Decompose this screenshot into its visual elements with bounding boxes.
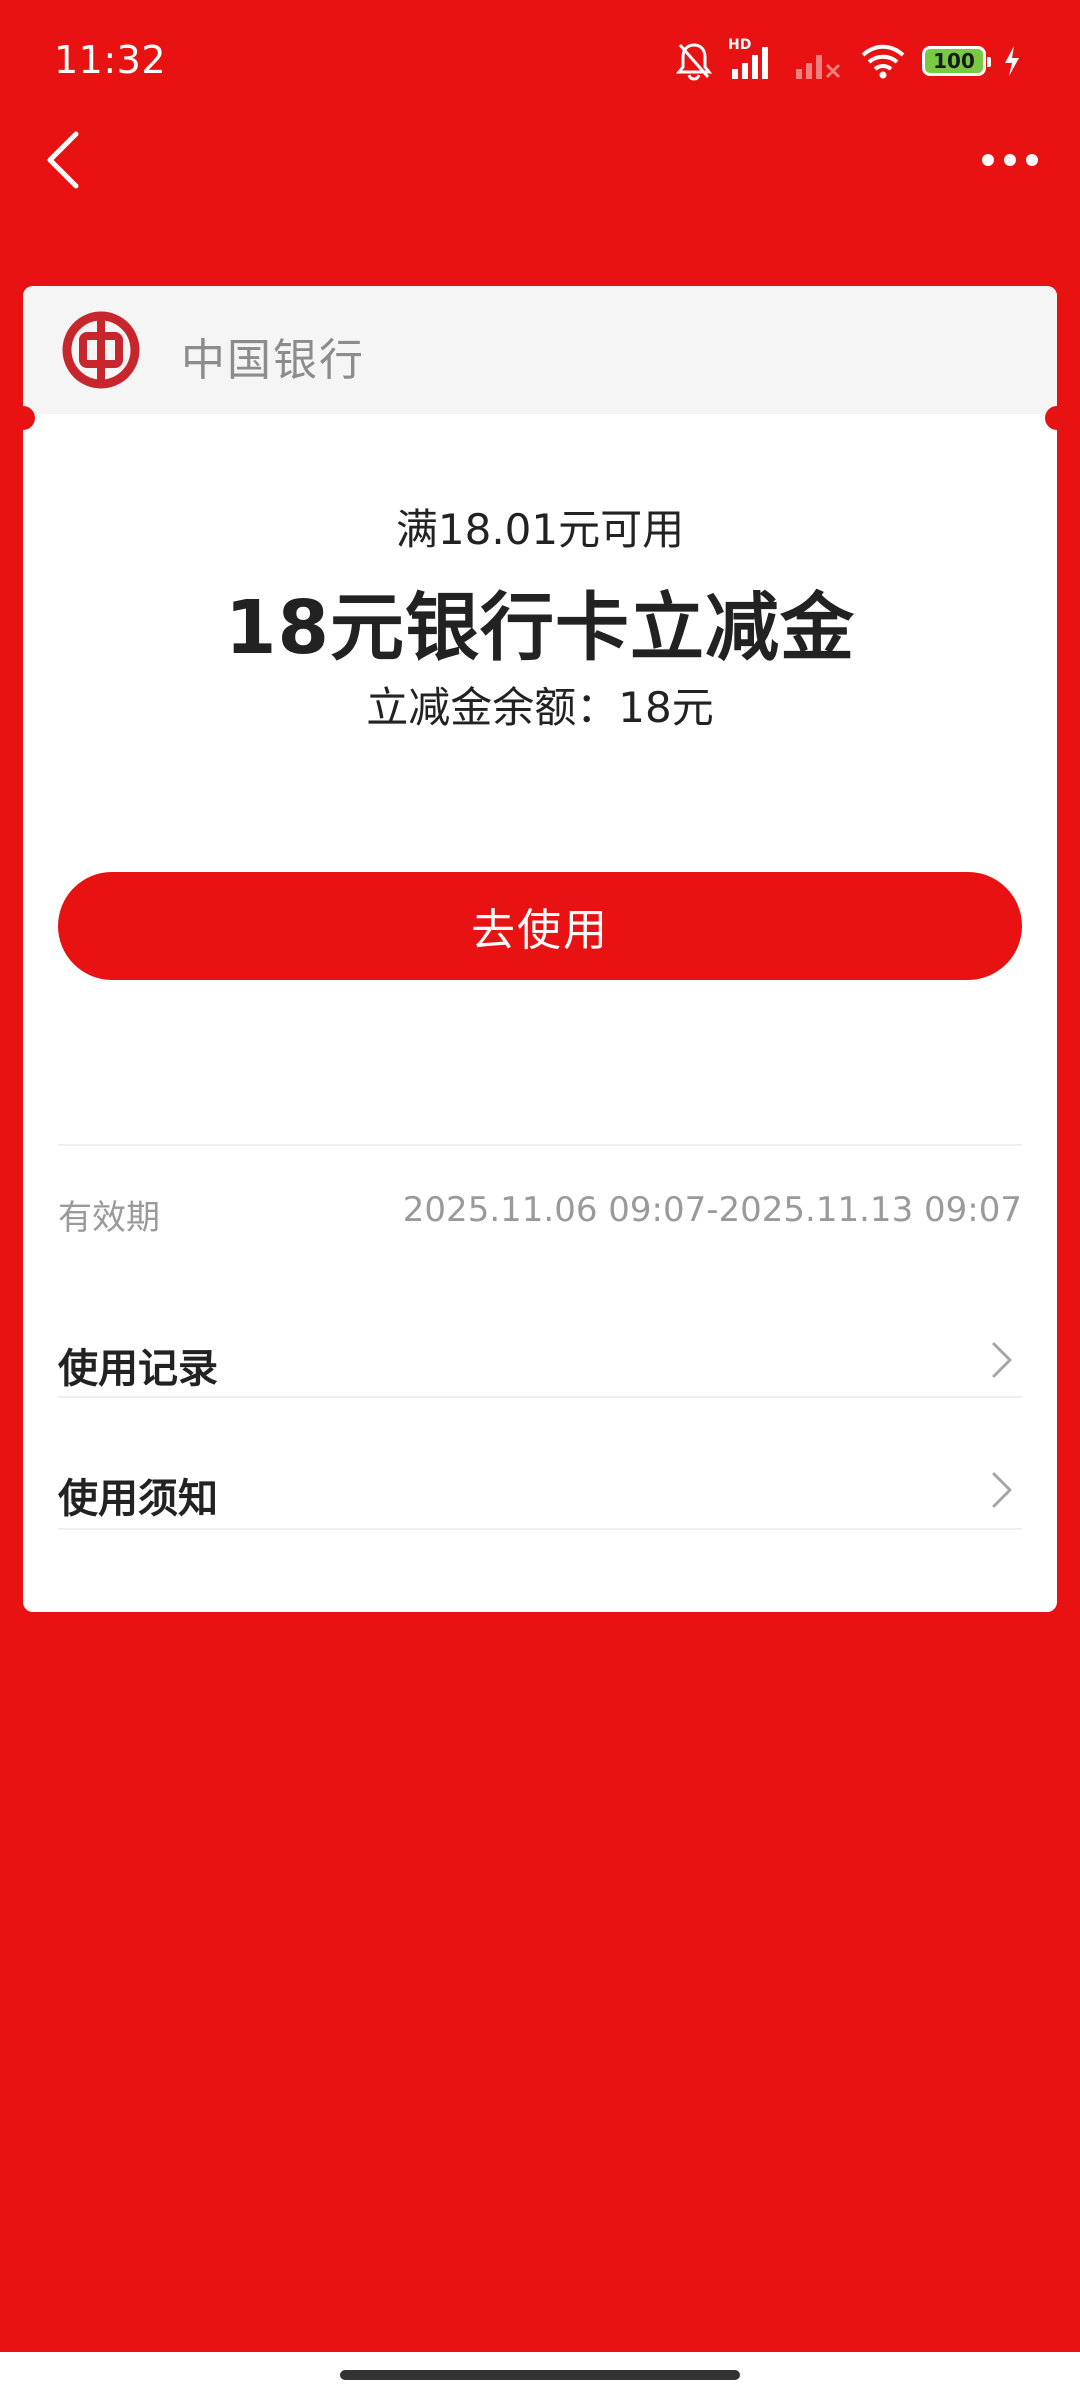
bank-of-china-logo-icon [62,311,140,389]
card-notch-right [1045,406,1069,430]
more-button[interactable] [980,140,1040,180]
battery-icon: 100 [922,46,991,76]
bell-off-icon [676,43,712,81]
chevron-left-icon [47,131,79,189]
validity-label: 有效期 [58,1198,160,1238]
usage-notice-label: 使用须知 [58,1476,218,1522]
card-notch-left [11,406,35,430]
battery-level: 100 [933,49,975,73]
back-button[interactable] [42,130,92,190]
card-header: 中国银行 [23,286,1057,414]
status-icons: HD 100 [676,36,1022,86]
chevron-right-icon [992,1472,1012,1508]
coupon-balance: 立减金余额：18元 [366,683,714,732]
charging-icon [1005,46,1019,76]
wifi-icon [861,44,905,79]
coupon-card: 中国银行 满18.01元可用 18元银行卡立减金 立减金余额：18元 去使用 有… [11,286,1069,1612]
status-bar: 11:32 HD 100 [0,0,1080,130]
more-horizontal-icon [982,154,1038,166]
home-indicator[interactable] [340,2370,740,2380]
usage-notice-row[interactable]: 使用须知 [58,1426,1022,1556]
screen: 11:32 HD 100 中国银行 满18.01元可用 18元银行卡立减金 立减… [0,0,1080,2400]
signal-hd: HD [728,37,778,81]
status-time: 11:32 [54,38,167,82]
divider [58,1144,1022,1146]
validity-value: 2025.11.06 09:07-2025.11.13 09:07 [402,1190,1022,1230]
divider [58,1396,1022,1398]
coupon-title: 18元银行卡立减金 [225,585,855,671]
divider [58,1528,1022,1530]
usage-record-row[interactable]: 使用记录 [58,1296,1022,1426]
signal-no-service-icon [796,55,841,79]
signal-icon [732,47,768,79]
use-now-button[interactable]: 去使用 [58,872,1022,980]
usage-condition: 满18.01元可用 [395,505,685,554]
usage-record-label: 使用记录 [58,1346,218,1392]
bank-name: 中国银行 [181,335,365,386]
chevron-right-icon [992,1342,1012,1378]
